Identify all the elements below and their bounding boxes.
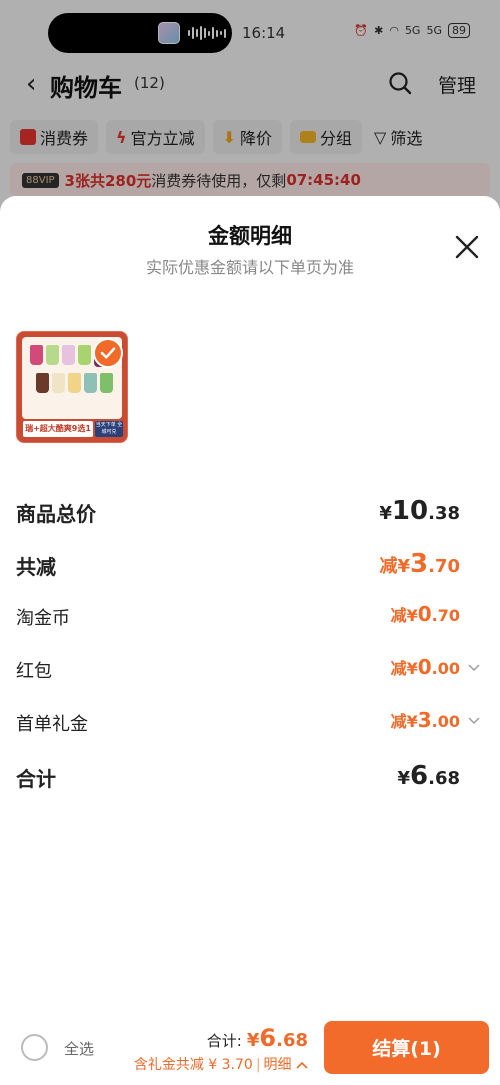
row-amount: ¥10.38 (379, 496, 460, 526)
checkout-bar: 全选 合计: ¥6.68 含礼金共减 ¥ 3.70 | 明细 结算(1) (0, 1012, 500, 1085)
amount-integer: 3 (417, 708, 432, 732)
chevron-down-icon[interactable] (468, 714, 480, 726)
amount-prefix: 减¥ (390, 606, 418, 625)
amount-prefix: 减¥ (390, 659, 418, 678)
total-label: 合计: (206, 1032, 242, 1050)
amount-decimal: .38 (428, 503, 460, 524)
row-first-order-gift[interactable]: 首单礼金 减¥3.00 (0, 702, 500, 742)
sheet-title: 金额明细 (208, 224, 292, 248)
amount-prefix: 减¥ (379, 556, 411, 577)
row-label: 商品总价 (16, 502, 96, 526)
row-amount: 减¥3.00 (391, 708, 460, 732)
total-decimal: .68 (276, 1030, 308, 1051)
row-amount: 减¥0.70 (391, 602, 460, 626)
row-label: 共减 (16, 555, 56, 579)
close-icon[interactable] (452, 232, 482, 262)
amount-decimal: .70 (428, 556, 460, 577)
amount-decimal: .70 (431, 606, 460, 625)
product-thumbnail[interactable]: 瑞+超大酷爽9选1 当天下单 全城可兑 (16, 331, 128, 443)
amount-decimal: .00 (431, 659, 460, 678)
row-label: 首单礼金 (16, 714, 88, 735)
amount-decimal: .68 (428, 768, 460, 789)
product-tag: 当天下单 全城可兑 (95, 421, 123, 437)
amount-prefix: ¥ (397, 768, 411, 789)
amount-integer: 6 (410, 761, 429, 791)
detail-link[interactable]: 明细 (264, 1057, 292, 1073)
select-all-radio[interactable] (21, 1034, 48, 1061)
amount-integer: 10 (391, 496, 429, 526)
select-all-label[interactable]: 全选 (64, 1038, 94, 1059)
amount-prefix: 减¥ (390, 712, 418, 731)
chevron-up-icon[interactable] (296, 1060, 308, 1070)
amount-prefix: ¥ (379, 503, 392, 524)
row-red-packet[interactable]: 红包 减¥0.00 (0, 649, 500, 689)
total-integer: 6 (259, 1024, 277, 1052)
row-sum: 合计 ¥6.68 (0, 755, 500, 795)
amount-decimal: .00 (431, 712, 460, 731)
amount-integer: 0 (417, 602, 432, 626)
checkout-button[interactable]: 结算(1) (324, 1021, 489, 1074)
row-label: 红包 (16, 661, 52, 682)
amount-integer: 3 (410, 549, 429, 579)
chevron-down-icon[interactable] (468, 661, 480, 673)
row-label: 合计 (16, 767, 56, 791)
row-amount: 减¥0.00 (391, 655, 460, 679)
sheet-subtitle: 实际优惠金额请以下单页为准 (145, 258, 354, 277)
row-amount: ¥6.68 (397, 761, 460, 791)
selected-check-icon[interactable] (93, 338, 123, 368)
row-label: 淘金币 (16, 608, 70, 629)
row-taojinbi: 淘金币 减¥0.70 (0, 596, 500, 636)
total-line: 合计: ¥6.68 (207, 1024, 308, 1052)
product-label: 瑞+超大酷爽9选1 (23, 421, 93, 437)
row-total-price: 商品总价 ¥10.38 (0, 490, 500, 530)
row-total-discount: 共减 减¥3.70 (0, 543, 500, 583)
discount-text: 含礼金共减 ¥ 3.70 (133, 1057, 253, 1073)
row-amount: 减¥3.70 (379, 549, 460, 579)
total-prefix: ¥ (246, 1030, 260, 1051)
amount-detail-sheet: 金额明细 实际优惠金额请以下单页为准 瑞+超大酷爽9选1 当天下单 全城可兑 商… (0, 196, 500, 1085)
amount-integer: 0 (417, 655, 432, 679)
discount-summary[interactable]: 含礼金共减 ¥ 3.70 | 明细 (134, 1054, 308, 1074)
